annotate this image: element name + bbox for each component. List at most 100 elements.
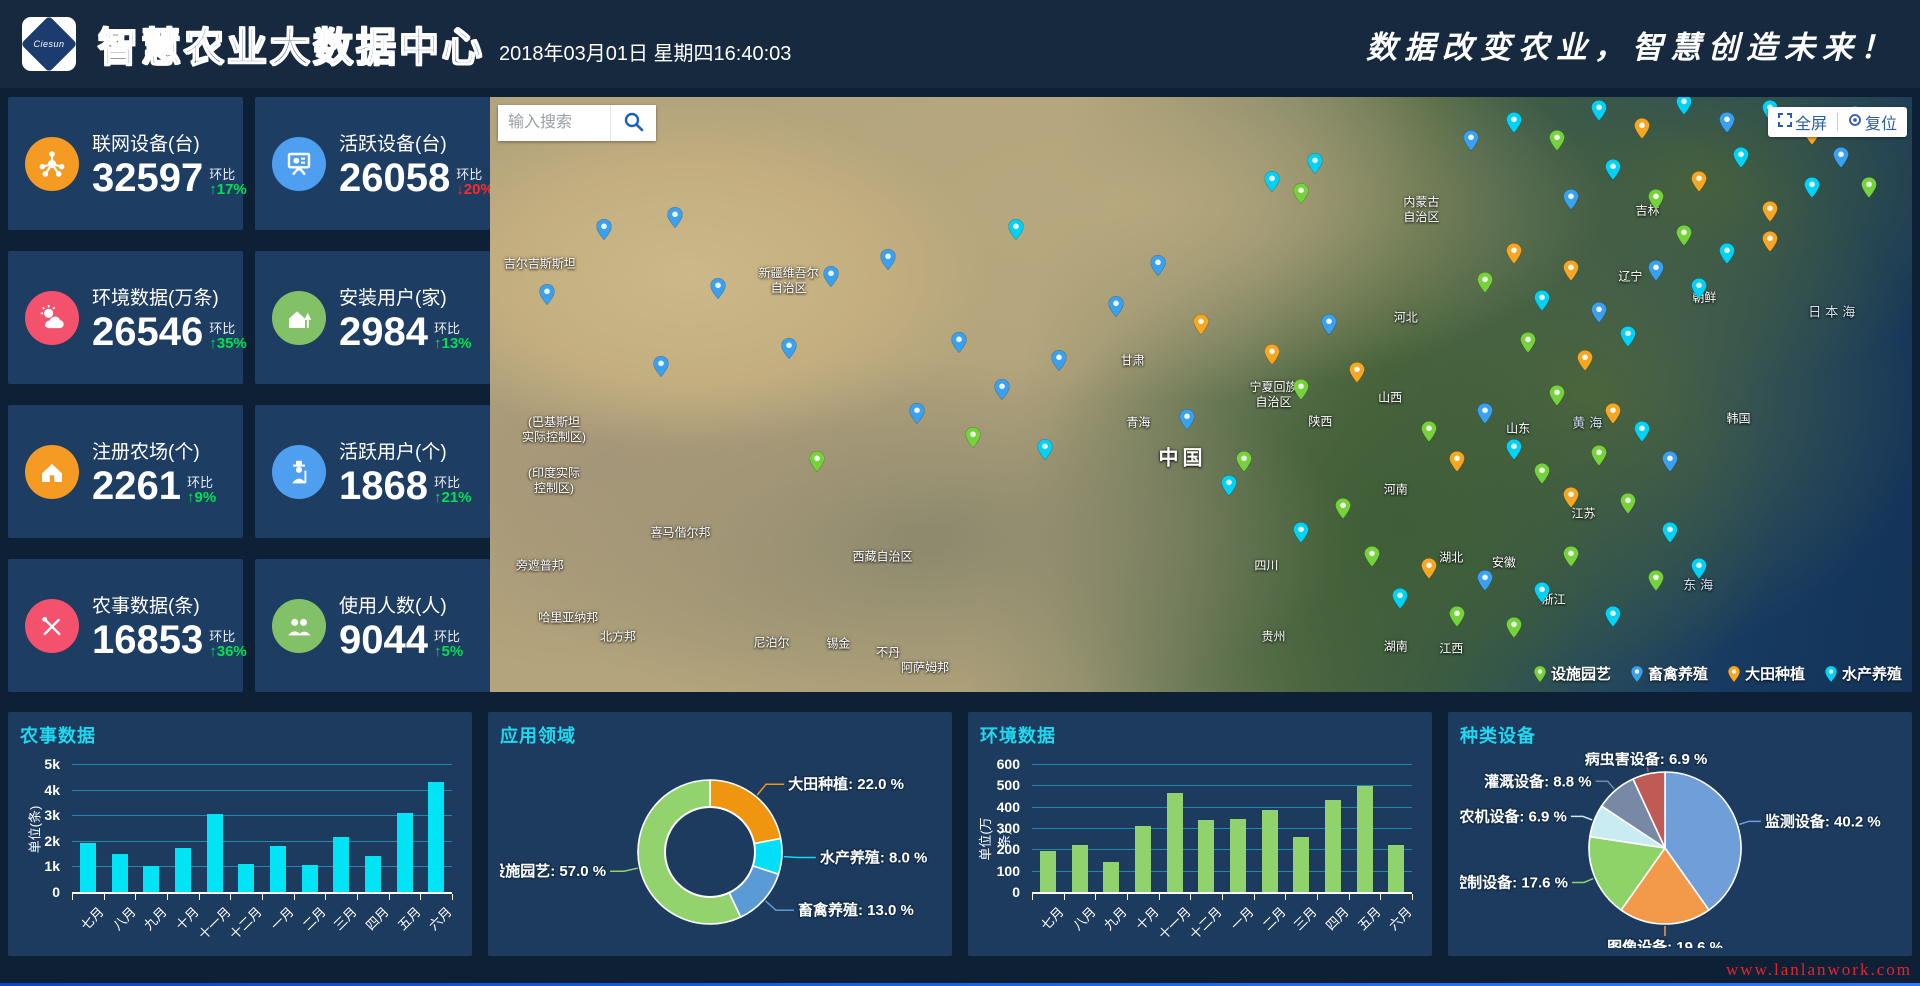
map-marker[interactable] [1236, 451, 1251, 472]
map-marker[interactable] [1563, 546, 1578, 567]
map-marker[interactable] [1336, 498, 1351, 519]
y-tick-label: 600 [980, 756, 1020, 772]
map-marker[interactable] [1506, 243, 1521, 264]
map-marker[interactable] [1307, 153, 1322, 174]
map-marker[interactable] [1194, 314, 1209, 335]
map-marker[interactable] [1478, 570, 1493, 591]
map-marker[interactable] [909, 403, 924, 424]
map-marker[interactable] [824, 266, 839, 287]
map-marker[interactable] [1805, 177, 1820, 198]
map-marker[interactable] [1009, 219, 1024, 240]
map-marker[interactable] [1051, 350, 1066, 371]
map-marker[interactable] [1563, 487, 1578, 508]
search-input[interactable] [498, 105, 610, 141]
map-marker[interactable] [1720, 243, 1735, 264]
map-marker[interactable] [1634, 118, 1649, 139]
map-marker[interactable] [1364, 546, 1379, 567]
map-marker[interactable] [1293, 522, 1308, 543]
map-marker[interactable] [1677, 225, 1692, 246]
map-marker[interactable] [1037, 439, 1052, 460]
map-marker[interactable] [1620, 493, 1635, 514]
stat-body: 安装用户(家)2984环比↑13% [339, 283, 472, 352]
map-marker[interactable] [994, 379, 1009, 400]
map-marker[interactable] [1265, 344, 1280, 365]
map-marker[interactable] [1421, 558, 1436, 579]
map-marker[interactable] [1293, 379, 1308, 400]
map-marker[interactable] [1606, 159, 1621, 180]
map-marker[interactable] [881, 249, 896, 270]
map-marker[interactable] [1620, 326, 1635, 347]
map-marker[interactable] [1592, 445, 1607, 466]
map-marker[interactable] [1762, 231, 1777, 252]
map-marker[interactable] [1449, 606, 1464, 627]
map-marker[interactable] [1677, 97, 1692, 115]
map-marker[interactable] [1421, 421, 1436, 442]
map-marker[interactable] [1720, 112, 1735, 133]
map-marker[interactable] [1649, 570, 1664, 591]
reset-button[interactable]: 复位 [1848, 110, 1897, 134]
map-marker[interactable] [1179, 409, 1194, 430]
map-marker[interactable] [1862, 177, 1877, 198]
map-marker[interactable] [1563, 260, 1578, 281]
map-marker[interactable] [1606, 606, 1621, 627]
map-marker[interactable] [1535, 290, 1550, 311]
map-marker[interactable] [1663, 522, 1678, 543]
map-marker[interactable] [1350, 362, 1365, 383]
reset-target-icon [1848, 113, 1862, 132]
bar [1293, 837, 1309, 892]
stat-body: 使用人数(人)9044环比↑5% [339, 591, 463, 660]
fullscreen-button[interactable]: 全屏 [1778, 110, 1827, 134]
bar [270, 846, 286, 892]
map-marker[interactable] [1506, 112, 1521, 133]
map-marker[interactable] [781, 338, 796, 359]
map-marker[interactable] [539, 284, 554, 305]
map-marker[interactable] [1549, 130, 1564, 151]
x-tick [230, 894, 231, 900]
map-marker[interactable] [1549, 385, 1564, 406]
map-marker[interactable] [952, 332, 967, 353]
map-marker[interactable] [1535, 463, 1550, 484]
map-marker[interactable] [1151, 255, 1166, 276]
bar [175, 848, 191, 892]
map-marker[interactable] [1293, 183, 1308, 204]
map-marker[interactable] [1734, 147, 1749, 168]
map-marker[interactable] [1449, 451, 1464, 472]
map-marker[interactable] [1762, 201, 1777, 222]
map-marker[interactable] [1506, 617, 1521, 638]
map-marker[interactable] [1691, 171, 1706, 192]
map-marker[interactable] [1563, 189, 1578, 210]
map-marker[interactable] [1833, 147, 1848, 168]
bar [1135, 826, 1151, 892]
map-marker[interactable] [1592, 302, 1607, 323]
map-marker[interactable] [1691, 558, 1706, 579]
map-marker[interactable] [1649, 260, 1664, 281]
bar [333, 837, 349, 892]
map-marker[interactable] [1478, 272, 1493, 293]
map-marker[interactable] [1663, 451, 1678, 472]
map-marker[interactable] [1521, 332, 1536, 353]
map-marker[interactable] [810, 451, 825, 472]
map-marker[interactable] [1506, 439, 1521, 460]
map-marker[interactable] [1535, 582, 1550, 603]
map-marker[interactable] [1577, 350, 1592, 371]
map-marker[interactable] [653, 356, 668, 377]
map-marker[interactable] [710, 278, 725, 299]
map-marker[interactable] [1464, 130, 1479, 151]
map-marker[interactable] [1592, 100, 1607, 121]
stat-delta: ↑9% [187, 490, 216, 505]
map-marker[interactable] [1634, 421, 1649, 442]
search-button[interactable] [610, 105, 656, 141]
map-marker[interactable] [1649, 189, 1664, 210]
map-marker[interactable] [1478, 403, 1493, 424]
map-marker[interactable] [667, 207, 682, 228]
map-marker[interactable] [1265, 171, 1280, 192]
map-marker[interactable] [1108, 296, 1123, 317]
map-marker[interactable] [1393, 588, 1408, 609]
map-marker[interactable] [1321, 314, 1336, 335]
map-marker[interactable] [966, 427, 981, 448]
map-marker[interactable] [1606, 403, 1621, 424]
map-marker[interactable] [1222, 475, 1237, 496]
map-marker[interactable] [596, 219, 611, 240]
map-marker[interactable] [1691, 278, 1706, 299]
gridline [72, 866, 452, 867]
